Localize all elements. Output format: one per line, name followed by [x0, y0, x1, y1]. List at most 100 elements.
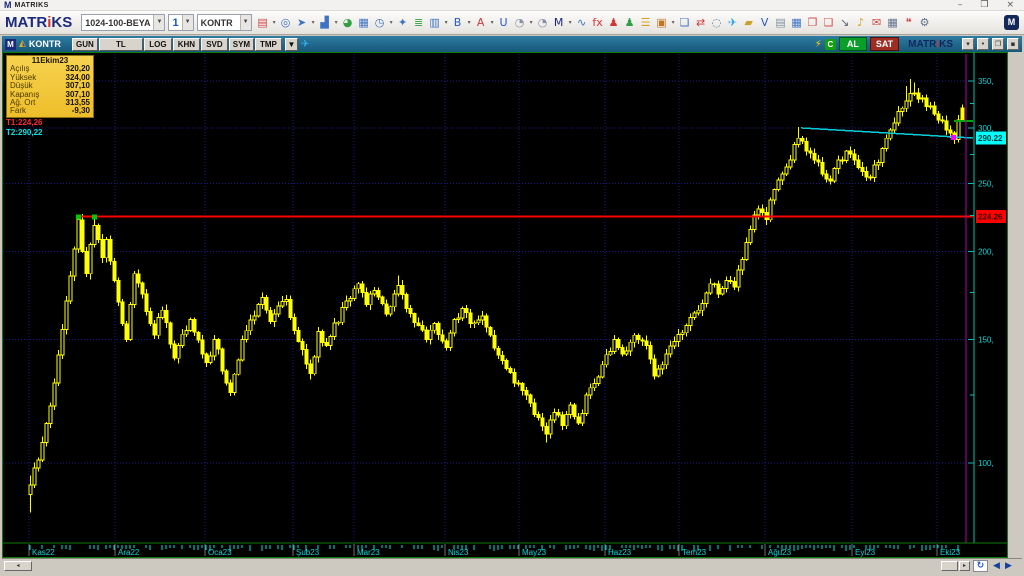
svg-text:224.26: 224.26 [978, 213, 1003, 222]
workspace-combo[interactable]: 1024-100-BEYA ▼ [81, 14, 166, 31]
mini-chart-icon: ◭ [19, 39, 26, 49]
chart-mode-button-tl[interactable]: TL [98, 37, 143, 51]
currency-exchange-icon[interactable]: ⇄ [693, 13, 709, 33]
pointer-caret-icon[interactable]: ▾ [310, 19, 317, 26]
screen-board-icon[interactable]: ▦ [356, 13, 372, 33]
maximize-icon[interactable]: ❒ [980, 0, 988, 10]
bold-b-tool-caret-icon[interactable]: ▾ [466, 19, 473, 26]
indicator-chart-caret-icon[interactable]: ▾ [333, 19, 340, 26]
screen-2-icon[interactable]: ▦ [789, 13, 805, 33]
svg-text:Ara22: Ara22 [118, 548, 140, 557]
twitter-icon[interactable]: ✈ [301, 39, 309, 50]
bold-b-tool-icon[interactable]: B [450, 13, 466, 33]
buy-button[interactable]: AL [838, 37, 867, 51]
scroll-left-button[interactable]: ◂ [4, 561, 32, 571]
function-fx-icon[interactable]: fx [590, 13, 606, 33]
annotation-a-tool-icon[interactable]: A [473, 13, 489, 33]
scroll-right-button[interactable]: ▸ [959, 561, 970, 571]
chevron-down-icon[interactable]: ▼ [181, 15, 193, 30]
folder-icon[interactable]: ▰ [741, 13, 757, 33]
chart-mode-button-tmp[interactable]: TMP [254, 37, 282, 51]
viop-v-icon[interactable]: V [757, 13, 773, 33]
pointer-icon[interactable]: ➤ [294, 13, 310, 33]
chart-mode-button-khn[interactable]: KHN [172, 37, 200, 51]
orderbook-caret-icon[interactable]: ▾ [443, 19, 450, 26]
alarm-bell-icon[interactable]: ♪ [853, 13, 869, 33]
calculator-icon[interactable]: ▦ [885, 13, 901, 33]
ohlc-info-box[interactable]: 11Ekim23 Açılış 320,20 Yüksek 324,00 Düşük 30… [6, 55, 94, 118]
app-title: MATRIKS [14, 1, 49, 9]
next-symbol-icon[interactable]: ▶ [1005, 561, 1012, 571]
portfolio-safe-caret-icon[interactable]: ▾ [670, 19, 677, 26]
mail-icon[interactable]: ✉ [869, 13, 885, 33]
save-layout-icon[interactable]: ▤ [255, 13, 271, 33]
symbol-combo[interactable]: KONTR ▼ [196, 14, 252, 31]
c-badge-icon[interactable]: C [824, 38, 836, 50]
svg-text:Kas22: Kas22 [32, 548, 55, 557]
pie-chart-icon[interactable]: ◕ [340, 13, 356, 33]
refresh-icon[interactable]: ↻ [973, 560, 988, 572]
refresh-circle-caret-icon[interactable]: ▾ [528, 19, 535, 26]
overlays[interactable] [76, 54, 974, 543]
minimize-icon[interactable]: – [958, 0, 963, 10]
lightning-icon[interactable]: ⚡ [815, 39, 822, 50]
close-icon[interactable]: × [1006, 0, 1014, 10]
workspace-combo-value: 1024-100-BEYA [85, 17, 151, 28]
matriks-logo: MATRiKS [5, 14, 73, 31]
search-icon[interactable]: ◌ [709, 13, 725, 33]
chart-mode-button-log[interactable]: LOG [143, 37, 172, 51]
window-controls: – ❒ × [958, 0, 1014, 10]
page-combo[interactable]: 1 ▼ [168, 14, 194, 31]
chevron-down-icon[interactable]: ▼ [153, 15, 165, 30]
chart-mode-button-sym[interactable]: SYM [228, 37, 254, 51]
chat-icon[interactable]: ❝ [901, 13, 917, 33]
matriks-tray-icon[interactable]: M [1004, 15, 1019, 30]
depth-list-icon[interactable]: ≣ [411, 13, 427, 33]
svg-text:Eyl23: Eyl23 [855, 548, 876, 557]
settings-gears-icon[interactable]: ⚙ [917, 13, 933, 33]
chart-mode-button-svd[interactable]: SVD [200, 37, 228, 51]
portfolio-safe-icon[interactable]: ▣ [654, 13, 670, 33]
prev-symbol-icon[interactable]: ◀ [993, 561, 1000, 571]
matriks-menu-icon[interactable]: M [551, 13, 567, 33]
signal-levels-icon[interactable]: ☰ [638, 13, 654, 33]
clock-icon[interactable]: ◷ [372, 13, 388, 33]
svg-text:200,: 200, [978, 248, 994, 257]
refresh-circle-icon[interactable]: ◔ [512, 13, 528, 33]
indicator-chart-icon[interactable]: ▟ [317, 13, 333, 33]
scrollbar-thumb[interactable] [941, 561, 958, 571]
header-brand: MATRiKS [908, 38, 953, 50]
candles[interactable] [28, 79, 965, 513]
price-chart[interactable]: Kas22 Ara22 Oca23 Şub23 Mar23 Nis23 May23 Haz23… [2, 52, 1008, 558]
trend-arrow-icon[interactable]: ↘ [837, 13, 853, 33]
matriks-menu-caret-icon[interactable]: ▾ [567, 19, 574, 26]
chart-window: M ◭ KONTR GUN TL LOG KHN SVD SYM TMP ▼ ✈ ⚡ C A… [0, 35, 1024, 576]
clock-caret-icon[interactable]: ▾ [388, 19, 395, 26]
underline-u-tool-icon[interactable]: U [496, 13, 512, 33]
annotation-a-tool-caret-icon[interactable]: ▾ [489, 19, 496, 26]
twitter-icon[interactable]: ✈ [725, 13, 741, 33]
line-chart-icon[interactable]: ∿ [574, 13, 590, 33]
chart-dropdown-button[interactable]: ▼ [284, 37, 298, 51]
restore-button[interactable]: ❐ [992, 38, 1004, 50]
minimize-chart-button[interactable]: ▪ [1007, 38, 1019, 50]
chevron-down-icon[interactable]: ▼ [239, 15, 251, 30]
orderbook-icon[interactable]: ▥ [427, 13, 443, 33]
chart-scroll-row: ◂ ▸ ↻ ◀ ▶ [2, 558, 1022, 572]
sell-button[interactable]: SAT [869, 37, 900, 51]
clipboard-icon[interactable]: ▤ [773, 13, 789, 33]
save-layout-caret-icon[interactable]: ▾ [271, 19, 278, 26]
svg-text:150,: 150, [978, 335, 994, 344]
dot-button[interactable]: • [977, 38, 989, 50]
refresh-circle-2-icon[interactable]: ◔ [535, 13, 551, 33]
chart-window-icon[interactable]: M [5, 38, 16, 50]
agreement-icon[interactable]: ✦ [395, 13, 411, 33]
users-icon[interactable]: ♟ [622, 13, 638, 33]
document-rates-icon[interactable]: ❏ [677, 13, 693, 33]
zoom-icon[interactable]: ◎ [278, 13, 294, 33]
new-window-icon[interactable]: ❐ [805, 13, 821, 33]
chart-mode-button-gun[interactable]: GUN [71, 37, 98, 51]
user-icon[interactable]: ♟ [606, 13, 622, 33]
shade-button[interactable]: ▾ [962, 38, 974, 50]
new-window-2-icon[interactable]: ❏ [821, 13, 837, 33]
